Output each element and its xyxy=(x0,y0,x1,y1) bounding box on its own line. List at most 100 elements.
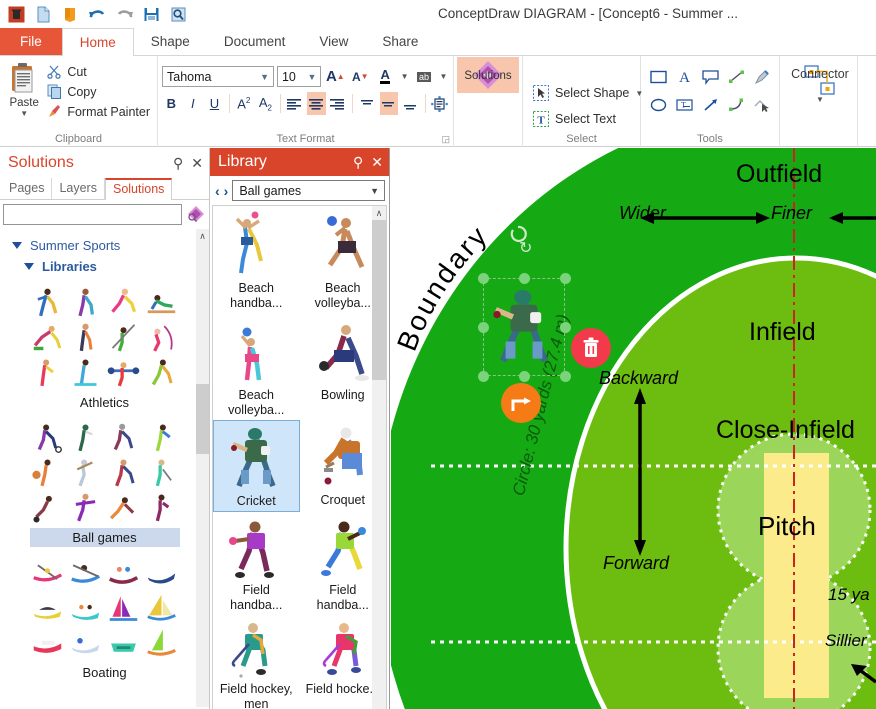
callout-tool-icon[interactable] xyxy=(697,64,723,90)
subscript-button[interactable]: A2 xyxy=(256,92,275,115)
prev-arrow-icon[interactable]: ‹ xyxy=(215,183,220,199)
format-painter-button[interactable]: Format Painter xyxy=(44,103,153,120)
ellipse-tool-icon[interactable] xyxy=(645,92,671,118)
library-panel: Library ⚲ ✕ ‹ › Ball games ▼ Beach handb… xyxy=(210,148,390,709)
scroll-up-icon[interactable]: ∧ xyxy=(196,229,209,243)
bold-button[interactable]: B xyxy=(162,92,181,115)
align-right-button[interactable] xyxy=(329,92,348,115)
align-top-button[interactable] xyxy=(358,92,377,115)
list-item[interactable]: Field hockey, men xyxy=(213,615,300,709)
document-canvas[interactable]: Outfield Infield Close-Infield Pitch Wid… xyxy=(391,148,876,709)
resize-handle-n[interactable] xyxy=(519,273,530,284)
tab-layers[interactable]: Layers xyxy=(52,178,105,199)
solutions-scrollbar[interactable]: ∧ xyxy=(196,229,209,707)
connector-dropdown-caret[interactable]: ▼ xyxy=(816,95,824,104)
cut-label: Cut xyxy=(67,64,87,79)
italic-button[interactable]: I xyxy=(184,92,203,115)
library-card-boating[interactable]: Boating xyxy=(30,557,180,682)
tab-home[interactable]: Home xyxy=(61,28,134,56)
scrollbar-thumb[interactable] xyxy=(372,220,386,380)
delete-shape-button[interactable] xyxy=(571,328,611,368)
pen-tool-icon[interactable] xyxy=(749,64,775,90)
title-bar: ConceptDraw DIAGRAM - [Concept6 - Summer… xyxy=(0,0,876,28)
font-color-button[interactable]: A xyxy=(374,65,396,88)
field-hockey-women-icon xyxy=(322,623,361,675)
paste-dropdown-caret[interactable]: ▼ xyxy=(20,109,28,118)
list-item[interactable]: Field handba... xyxy=(213,512,300,615)
search-solutions-icon[interactable] xyxy=(185,204,205,225)
next-arrow-icon[interactable]: › xyxy=(224,183,229,199)
tab-document[interactable]: Document xyxy=(207,28,303,55)
underline-button[interactable]: U xyxy=(205,92,224,115)
highlight-caret[interactable]: ▼ xyxy=(438,65,449,88)
tree-node-libraries[interactable]: Libraries xyxy=(0,256,209,277)
resize-handle-se[interactable] xyxy=(560,371,571,382)
align-left-button[interactable] xyxy=(285,92,304,115)
text-format-dialog-launcher[interactable]: ◲ xyxy=(441,134,450,145)
resize-handle-sw[interactable] xyxy=(478,371,489,382)
arrow-tool-icon[interactable] xyxy=(697,92,723,118)
resize-handle-nw[interactable] xyxy=(478,273,489,284)
library-scrollbar[interactable]: ∧ xyxy=(372,206,386,709)
list-item-cricket[interactable]: Cricket xyxy=(213,420,300,512)
select-shape-button[interactable]: Select Shape ▼ xyxy=(533,85,643,101)
resize-handle-w[interactable] xyxy=(478,322,489,333)
superscript-button[interactable]: A2 xyxy=(235,92,254,115)
resize-handle-ne[interactable] xyxy=(560,273,571,284)
copy-button[interactable]: Copy xyxy=(44,83,153,100)
pin-icon[interactable]: ⚲ xyxy=(173,155,183,172)
list-item[interactable]: Beach handba... xyxy=(213,206,300,313)
rotate-handle[interactable]: ↻ xyxy=(519,238,532,258)
font-family-combo[interactable]: Tahoma ▼ xyxy=(162,66,274,87)
close-icon[interactable]: ✕ xyxy=(371,154,383,171)
tree-node-summer-sports[interactable]: Summer Sports xyxy=(0,235,209,256)
label-pitch: Pitch xyxy=(758,511,816,541)
arc-tool-icon[interactable] xyxy=(723,92,749,118)
scrollbar-thumb[interactable] xyxy=(196,384,209,454)
library-card-ball-games[interactable]: Ball games xyxy=(29,422,180,547)
solutions-button[interactable]: Solutions xyxy=(457,57,519,93)
tab-pages[interactable]: Pages xyxy=(2,178,53,199)
add-connector-button[interactable] xyxy=(501,383,541,423)
svg-text:T: T xyxy=(681,101,686,110)
scroll-up-icon[interactable]: ∧ xyxy=(372,206,386,220)
close-icon[interactable]: ✕ xyxy=(191,155,203,172)
text-block-button[interactable] xyxy=(430,92,449,115)
connector-button[interactable]: Connector ▼ xyxy=(784,59,856,104)
textbox-tool-icon[interactable]: T xyxy=(671,92,697,118)
resize-handle-s[interactable] xyxy=(519,371,530,382)
rapid-draw-button[interactable]: Rapid Draw xyxy=(862,59,876,95)
shrink-font-button[interactable]: A ▼ xyxy=(349,65,371,88)
tab-shape[interactable]: Shape xyxy=(134,28,207,55)
align-center-button[interactable] xyxy=(307,92,326,115)
select-text-button[interactable]: T Select Text xyxy=(533,111,643,127)
pin-icon[interactable]: ⚲ xyxy=(353,154,363,171)
line-tool-icon[interactable] xyxy=(723,64,749,90)
scissors-icon xyxy=(47,65,61,79)
font-size-combo[interactable]: 10 ▼ xyxy=(276,66,322,87)
library-card-athletics[interactable]: Athletics xyxy=(30,287,180,412)
align-bottom-button[interactable] xyxy=(401,92,420,115)
solutions-panel-title: Solutions xyxy=(8,154,74,171)
tab-solutions[interactable]: Solutions xyxy=(104,178,173,200)
list-item[interactable]: Beach volleyba... xyxy=(213,313,300,420)
library-items-grid: Beach handba... Beach volleyba... Beach … xyxy=(213,206,386,709)
tab-file[interactable]: File xyxy=(0,28,62,55)
divider xyxy=(424,94,426,113)
label-infield: Infield xyxy=(749,318,816,346)
resize-handle-e[interactable] xyxy=(560,322,571,333)
polyline-tool-icon[interactable] xyxy=(749,92,775,118)
library-selector-combo[interactable]: Ball games ▼ xyxy=(232,180,385,201)
rectangle-tool-icon[interactable] xyxy=(645,64,671,90)
text-highlight-button[interactable]: ab xyxy=(413,65,435,88)
ribbon-group-text-format: Tahoma ▼ 10 ▼ A ▲ A ▼ A ▼ ab ▼ B I U A2 … xyxy=(158,56,454,147)
selection-bounding-box[interactable] xyxy=(483,278,565,376)
tab-share[interactable]: Share xyxy=(365,28,435,55)
font-color-caret[interactable]: ▼ xyxy=(399,65,410,88)
grow-font-button[interactable]: A ▲ xyxy=(324,65,346,88)
search-input[interactable] xyxy=(3,204,182,225)
cut-button[interactable]: Cut xyxy=(44,63,153,80)
align-middle-button[interactable] xyxy=(379,92,399,115)
text-tool-icon[interactable]: A xyxy=(671,64,697,90)
tab-view[interactable]: View xyxy=(302,28,365,55)
